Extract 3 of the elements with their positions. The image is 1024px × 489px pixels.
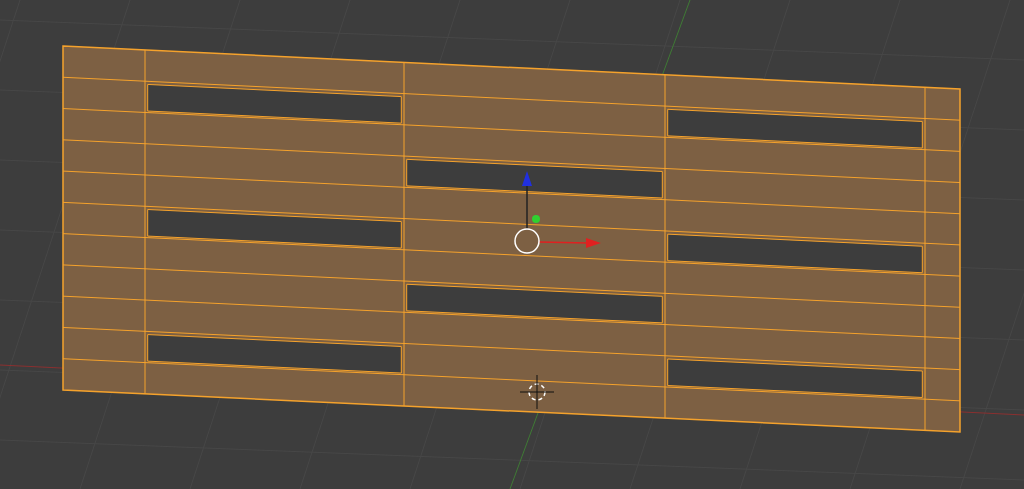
transform-gizmo-drawing[interactable]	[514, 171, 601, 254]
pallet-mesh-drawing[interactable]	[62, 45, 961, 433]
3d-cursor-icon	[519, 374, 555, 410]
